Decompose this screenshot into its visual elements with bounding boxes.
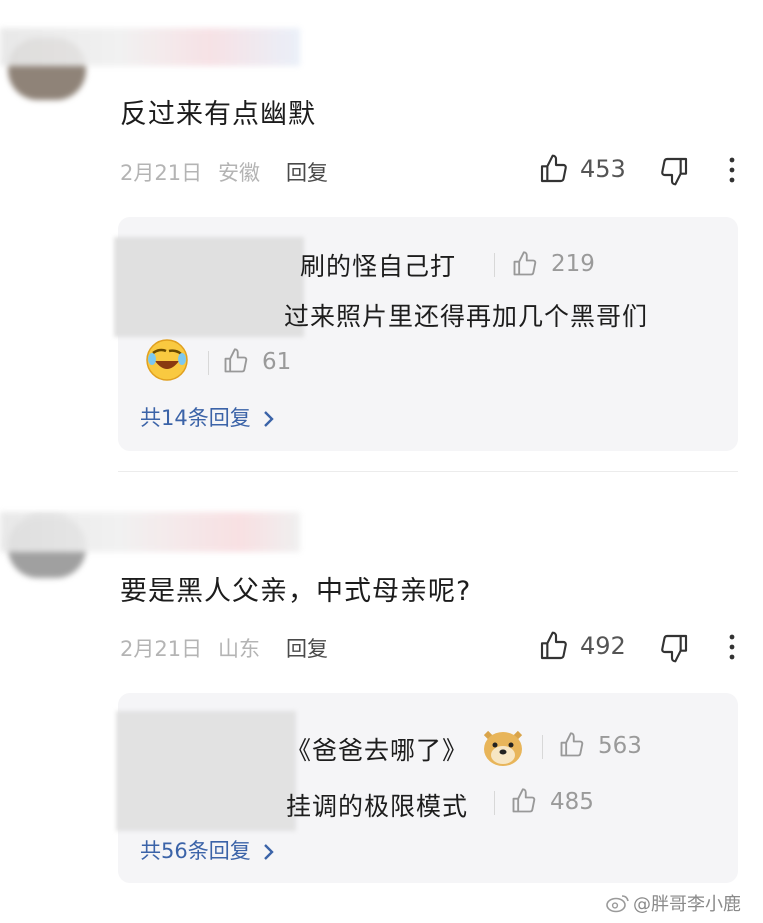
more-replies-link[interactable]: 共14条回复 [140, 402, 275, 432]
thumbs-up-icon[interactable] [510, 787, 538, 815]
divider [208, 351, 209, 375]
like-count: 453 [580, 155, 626, 183]
reply-thread: 《爸爸去哪了》 563 挂调的极限模式 485 共56条回复 [116, 693, 738, 883]
reply-text: 《爸爸去哪了》 [286, 736, 469, 765]
weibo-logo-icon [606, 893, 630, 913]
reply-author-blurred[interactable] [116, 711, 296, 831]
like-count: 492 [580, 632, 626, 660]
more-replies-label: 共14条回复 [140, 406, 251, 430]
thumbs-up-icon[interactable] [511, 250, 539, 278]
more-vertical-icon[interactable] [728, 633, 736, 661]
reply-thread: 刷的怪自己打 219 过来照片里还得再加几个黑哥们 61 共14条回复 [114, 217, 738, 451]
chevron-right-icon [263, 410, 275, 428]
thumbs-down-icon[interactable] [658, 632, 690, 664]
comment-date: 2月21日 [120, 637, 203, 661]
watermark: @胖哥李小鹿 [606, 890, 741, 916]
divider [494, 791, 495, 815]
more-replies-label: 共56条回复 [140, 839, 251, 863]
thumbs-down-icon[interactable] [658, 155, 690, 187]
laughing-emoji-icon [144, 337, 190, 383]
doge-emoji-icon [480, 723, 526, 769]
username-blurred[interactable] [0, 512, 300, 552]
reply-like-count: 563 [598, 733, 642, 759]
more-replies-link[interactable]: 共56条回复 [140, 835, 275, 865]
more-vertical-icon[interactable] [728, 156, 736, 184]
comment-location: 山东 [218, 637, 260, 661]
reply-button[interactable]: 回复 [286, 157, 328, 187]
reply-button[interactable]: 回复 [286, 633, 328, 663]
reply-author-blurred[interactable] [114, 237, 304, 337]
thumbs-up-icon[interactable] [558, 731, 586, 759]
comment-location: 安徽 [218, 161, 260, 185]
divider [542, 735, 543, 759]
reply-text: 挂调的极限模式 [286, 792, 469, 821]
divider [494, 253, 495, 277]
comment-divider [118, 471, 738, 472]
watermark-text: @胖哥李小鹿 [633, 894, 741, 915]
comment-date: 2月21日 [120, 161, 203, 185]
comment-text: 反过来有点幽默 [120, 99, 316, 130]
reply-like-count: 61 [262, 349, 292, 375]
reply-like-count: 219 [551, 251, 595, 277]
chevron-right-icon [263, 843, 275, 861]
username-blurred[interactable] [0, 28, 300, 66]
comment-text: 要是黑人父亲，中式母亲呢? [120, 576, 472, 607]
thumbs-up-icon[interactable] [222, 347, 250, 375]
reply-like-count: 485 [550, 789, 594, 815]
thumbs-up-icon[interactable] [538, 153, 570, 185]
reply-text: 刷的怪自己打 [300, 252, 457, 281]
thumbs-up-icon[interactable] [538, 630, 570, 662]
reply-text: 过来照片里还得再加几个黑哥们 [284, 302, 649, 331]
